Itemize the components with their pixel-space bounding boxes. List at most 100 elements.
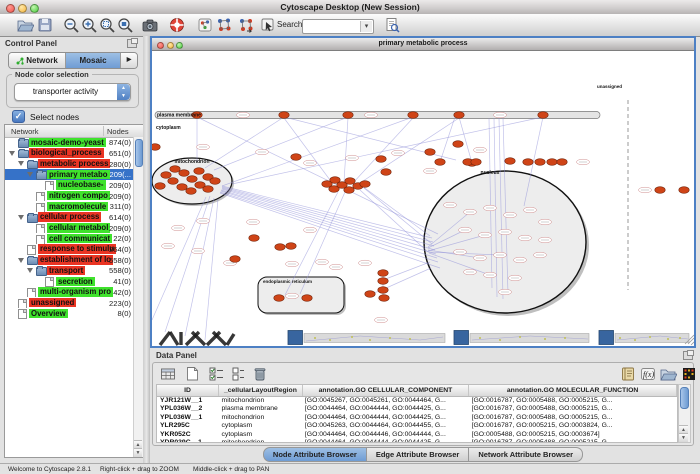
minimized-window-glyph[interactable] <box>227 334 234 345</box>
network-node[interactable] <box>155 183 165 190</box>
tree-row-cellular-process[interactable]: cellular process614(0) <box>5 212 134 223</box>
network-node[interactable] <box>302 295 312 302</box>
network-node[interactable] <box>230 256 240 263</box>
tree-scroll-thumb[interactable] <box>135 139 143 167</box>
table-cell-id[interactable]: YKR052C <box>157 431 219 439</box>
network-node[interactable] <box>505 158 515 165</box>
tree-expander-icon[interactable] <box>9 151 15 156</box>
table-cell-cellular[interactable]: [GO:0044464, GO:0044446, GO:0044444, G..… <box>302 431 469 439</box>
table-cell-id[interactable]: YPL036W__2 <box>157 405 219 413</box>
resize-grip-icon[interactable] <box>691 341 694 345</box>
network-node[interactable] <box>454 112 464 119</box>
tab-network-attribute-browser[interactable]: Network Attribute Browser <box>469 447 583 462</box>
open-file-icon[interactable] <box>16 16 34 34</box>
network-node[interactable] <box>177 184 187 191</box>
network-node[interactable] <box>187 176 197 183</box>
network-node[interactable] <box>381 169 391 176</box>
table-cell-molecular[interactable]: [GO:0016787, GO:0005488, GO:0005215, G..… <box>469 397 677 405</box>
float-panel-icon[interactable] <box>127 39 137 48</box>
table-cell-id[interactable]: YLR295C <box>157 422 219 430</box>
network-node[interactable] <box>203 186 213 193</box>
tree-row-primary-metabo[interactable]: primary metabo209(... <box>5 169 134 180</box>
tree-row-unassigned[interactable]: unassigned223(0) <box>5 297 134 308</box>
tree-row-cell-communicat[interactable]: cell communicat22(0) <box>5 233 134 244</box>
zoom-out-icon[interactable] <box>62 16 80 34</box>
import-attributes-icon[interactable] <box>659 365 677 383</box>
table-cell-region[interactable]: mitochondrion <box>219 414 302 422</box>
select-nodes-checkbox[interactable]: ✓ <box>12 110 25 123</box>
tree-row-multi-organism-pro[interactable]: multi-organism pro42(0) <box>5 287 134 298</box>
tab-edge-attribute-browser[interactable]: Edge Attribute Browser <box>367 447 469 462</box>
network-node[interactable] <box>152 144 160 151</box>
node-color-attribute-select[interactable]: transporter activity ▲▼ <box>14 83 131 101</box>
table-scroll-down-icon[interactable]: ▼ <box>679 433 688 442</box>
network-node[interactable] <box>286 243 296 250</box>
tab-network[interactable]: Network <box>9 53 66 68</box>
network-node[interactable] <box>435 159 445 166</box>
network-node[interactable] <box>279 112 289 119</box>
table-row-ylr295c[interactable]: YLR295Ccytoplasm[GO:0045263, GO:0044464,… <box>157 422 677 430</box>
table-scrollbar[interactable]: ▲ ▼ <box>678 384 691 443</box>
network-node[interactable] <box>425 149 435 156</box>
attribute-batch-icon[interactable] <box>619 365 637 383</box>
table-row-ypl036w__2[interactable]: YPL036W__2plasma membrane[GO:0044464, GO… <box>157 405 677 413</box>
tree-row-biological-process[interactable]: biological_process651(0) <box>5 148 134 159</box>
float-panel-icon[interactable] <box>683 351 693 360</box>
table-column-header[interactable]: annotation.GO MOLECULAR_FUNCTION <box>469 385 677 396</box>
table-cell-id[interactable]: YDR039C__1 <box>157 439 219 443</box>
network-node[interactable] <box>378 278 388 285</box>
table-cell-cellular[interactable]: [GO:0045263, GO:0044464, GO:0044455, G..… <box>302 422 469 430</box>
network-node[interactable] <box>379 295 389 302</box>
tree-expander-icon[interactable] <box>18 258 24 263</box>
network-node[interactable] <box>547 159 557 166</box>
network-node[interactable] <box>249 235 259 242</box>
tree-row-mosaic-demo-yeast[interactable]: mosaic-demo-yeast874(0) <box>5 137 134 148</box>
tree-row-overview[interactable]: Overview8(0) <box>5 308 134 319</box>
snapshot-icon[interactable] <box>141 16 159 34</box>
table-cell-id[interactable]: YJR121W__1 <box>157 397 219 405</box>
table-scroll-thumb[interactable] <box>680 387 689 409</box>
table-cell-region[interactable]: cytoplasm <box>219 422 302 430</box>
network-node[interactable] <box>557 159 567 166</box>
tree-row-transport[interactable]: transport558(0) <box>5 265 134 276</box>
new-attribute-icon[interactable] <box>183 365 201 383</box>
network-node[interactable] <box>179 170 189 177</box>
network-node[interactable] <box>161 172 171 179</box>
table-cell-cellular[interactable]: [GO:0044464, GO:0044444, GO:0044425, G..… <box>302 405 469 413</box>
table-row-ypl036w__1[interactable]: YPL036W__1mitochondrion[GO:0044464, GO:0… <box>157 414 677 422</box>
select-attributes-icon[interactable] <box>159 365 177 383</box>
network-node[interactable] <box>538 112 548 119</box>
tab-mosaic[interactable]: Mosaic <box>66 53 121 68</box>
table-cell-region[interactable]: mitochondrion <box>219 439 302 443</box>
minimized-window-glyph[interactable] <box>170 332 178 345</box>
trash-icon[interactable] <box>251 365 269 383</box>
tree-row-cellular-metabol[interactable]: cellular metabol209(0) <box>5 223 134 234</box>
network-node[interactable] <box>655 187 665 194</box>
tree-expander-icon[interactable] <box>18 215 24 220</box>
table-row-ydr039c__1[interactable]: YDR039C__1mitochondrion[GO:0044464, GO:0… <box>157 439 677 443</box>
unset-attribute-icon[interactable] <box>229 365 247 383</box>
table-cell-id[interactable]: YPL036W__1 <box>157 414 219 422</box>
help-lifering-icon[interactable] <box>168 16 186 34</box>
table-cell-molecular[interactable]: [GO:0005488, GO:0005215, GO:0003674] <box>469 431 677 439</box>
table-column-header[interactable]: annotation.GO CELLULAR_COMPONENT <box>303 385 469 396</box>
network-node[interactable] <box>186 188 196 195</box>
network-node[interactable] <box>535 159 545 166</box>
table-row-yjr121w__1[interactable]: YJR121W__1mitochondrion[GO:0045267, GO:0… <box>157 397 677 405</box>
table-cell-molecular[interactable]: [GO:0016787, GO:0005215, GO:0003824, G..… <box>469 422 677 430</box>
tree-col-network[interactable]: Network <box>11 127 39 136</box>
tree-row-nitrogen-compo[interactable]: nitrogen compo209(0) <box>5 190 134 201</box>
table-column-header[interactable]: ID <box>157 385 219 396</box>
table-cell-molecular[interactable]: [GO:0016787, GO:0005488, GO:0005215, G..… <box>469 439 677 443</box>
network-node[interactable] <box>679 187 689 194</box>
table-cell-molecular[interactable]: [GO:0016787, GO:0005488, GO:0005215, G..… <box>469 414 677 422</box>
network-canvas[interactable]: plasma membranecytoplasmmitochondrionnuc… <box>152 50 694 346</box>
tree-scroll-down-icon[interactable]: ▼ <box>134 448 142 457</box>
tree-scrollbar[interactable]: ▲ ▼ <box>133 137 143 457</box>
network-node[interactable] <box>408 112 418 119</box>
formula-builder-icon[interactable]: f(x) <box>639 365 657 383</box>
network-node[interactable] <box>194 168 204 175</box>
network-node[interactable] <box>471 159 481 166</box>
import-network-red-icon[interactable] <box>237 16 255 34</box>
minimized-window-bar[interactable] <box>304 334 445 343</box>
